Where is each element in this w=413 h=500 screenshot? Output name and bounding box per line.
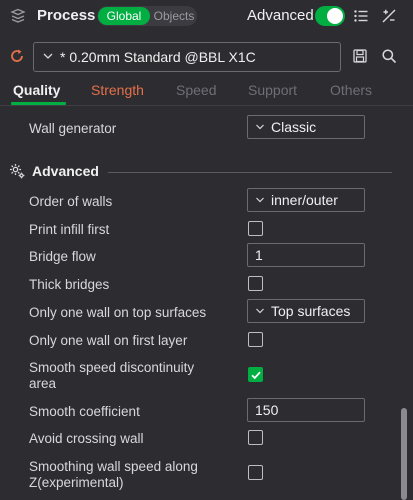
order-of-walls-value: inner/outer	[271, 192, 338, 208]
preset-value: * 0.20mm Standard @BBL X1C	[60, 49, 256, 65]
gear-icon	[10, 164, 25, 179]
one-wall-top-value: Top surfaces	[271, 303, 351, 319]
smooth-coefficient-label: Smooth coefficient	[29, 404, 140, 419]
smooth-coefficient-input[interactable]: 150	[247, 398, 365, 422]
tab-others[interactable]: Others	[330, 82, 372, 98]
sync-icon[interactable]	[9, 48, 25, 64]
avoid-crossing-label: Avoid crossing wall	[29, 431, 144, 446]
advanced-toggle[interactable]	[315, 6, 345, 26]
bridge-flow-value: 1	[255, 247, 263, 263]
smoothing-wall-speed-label-line1: Smoothing wall speed along	[29, 459, 198, 474]
tab-support[interactable]: Support	[248, 82, 297, 98]
scope-objects-option[interactable]: Objects	[151, 7, 197, 25]
avoid-crossing-checkbox[interactable]	[248, 430, 263, 445]
one-wall-first-checkbox[interactable]	[248, 332, 263, 347]
tab-speed[interactable]: Speed	[176, 82, 216, 98]
wall-generator-label: Wall generator	[29, 121, 117, 136]
smooth-speed-label-line2: area	[29, 376, 57, 391]
process-header: Process Global Objects Advanced	[0, 0, 413, 32]
one-wall-first-label: Only one wall on first layer	[29, 333, 188, 348]
panel-title: Process	[37, 7, 96, 24]
order-of-walls-label: Order of walls	[29, 194, 113, 209]
wall-generator-value: Classic	[271, 119, 317, 135]
active-tab-indicator	[11, 102, 66, 105]
chevron-down-icon	[256, 197, 264, 203]
one-wall-top-select[interactable]: Top surfaces	[247, 299, 365, 323]
advanced-section-title: Advanced	[32, 163, 99, 179]
layers-icon	[10, 8, 26, 23]
bridge-flow-label: Bridge flow	[29, 249, 96, 264]
scope-switch[interactable]: Global Objects	[97, 6, 197, 26]
smoothing-wall-speed-label-line2: Z(experimental)	[29, 475, 124, 490]
vertical-scrollbar[interactable]	[401, 408, 407, 500]
chevron-down-icon	[256, 124, 264, 130]
toggle-knob	[327, 8, 343, 24]
check-icon	[251, 371, 261, 380]
section-divider	[108, 172, 392, 173]
preset-bar: * 0.20mm Standard @BBL X1C	[0, 38, 413, 76]
advanced-label: Advanced	[247, 7, 314, 24]
search-icon[interactable]	[381, 48, 397, 64]
preset-dropdown[interactable]: * 0.20mm Standard @BBL X1C	[33, 42, 341, 72]
list-icon[interactable]	[353, 8, 369, 24]
thick-bridges-checkbox[interactable]	[248, 276, 263, 291]
settings-list: Wall generator Classic Advanced Order of…	[0, 107, 413, 500]
settings-tabs: Quality Strength Speed Support Others	[0, 78, 413, 106]
tab-quality[interactable]: Quality	[13, 82, 60, 98]
smooth-coefficient-value: 150	[255, 402, 279, 418]
smooth-speed-label-line1: Smooth speed discontinuity	[29, 360, 195, 375]
save-icon[interactable]	[352, 48, 368, 64]
chevron-down-icon	[43, 53, 53, 59]
compare-icon[interactable]	[381, 8, 397, 24]
tab-strength[interactable]: Strength	[91, 82, 144, 98]
scope-global-option[interactable]: Global	[98, 7, 150, 25]
print-infill-first-checkbox[interactable]	[248, 221, 263, 236]
wall-generator-select[interactable]: Classic	[247, 115, 365, 139]
order-of-walls-select[interactable]: inner/outer	[247, 188, 365, 212]
print-infill-first-label: Print infill first	[29, 222, 110, 237]
chevron-down-icon	[256, 308, 264, 314]
thick-bridges-label: Thick bridges	[29, 277, 110, 292]
smooth-speed-checkbox[interactable]	[248, 367, 263, 382]
one-wall-top-label: Only one wall on top surfaces	[29, 305, 207, 320]
bridge-flow-input[interactable]: 1	[247, 243, 365, 267]
smoothing-wall-speed-checkbox[interactable]	[248, 465, 263, 480]
